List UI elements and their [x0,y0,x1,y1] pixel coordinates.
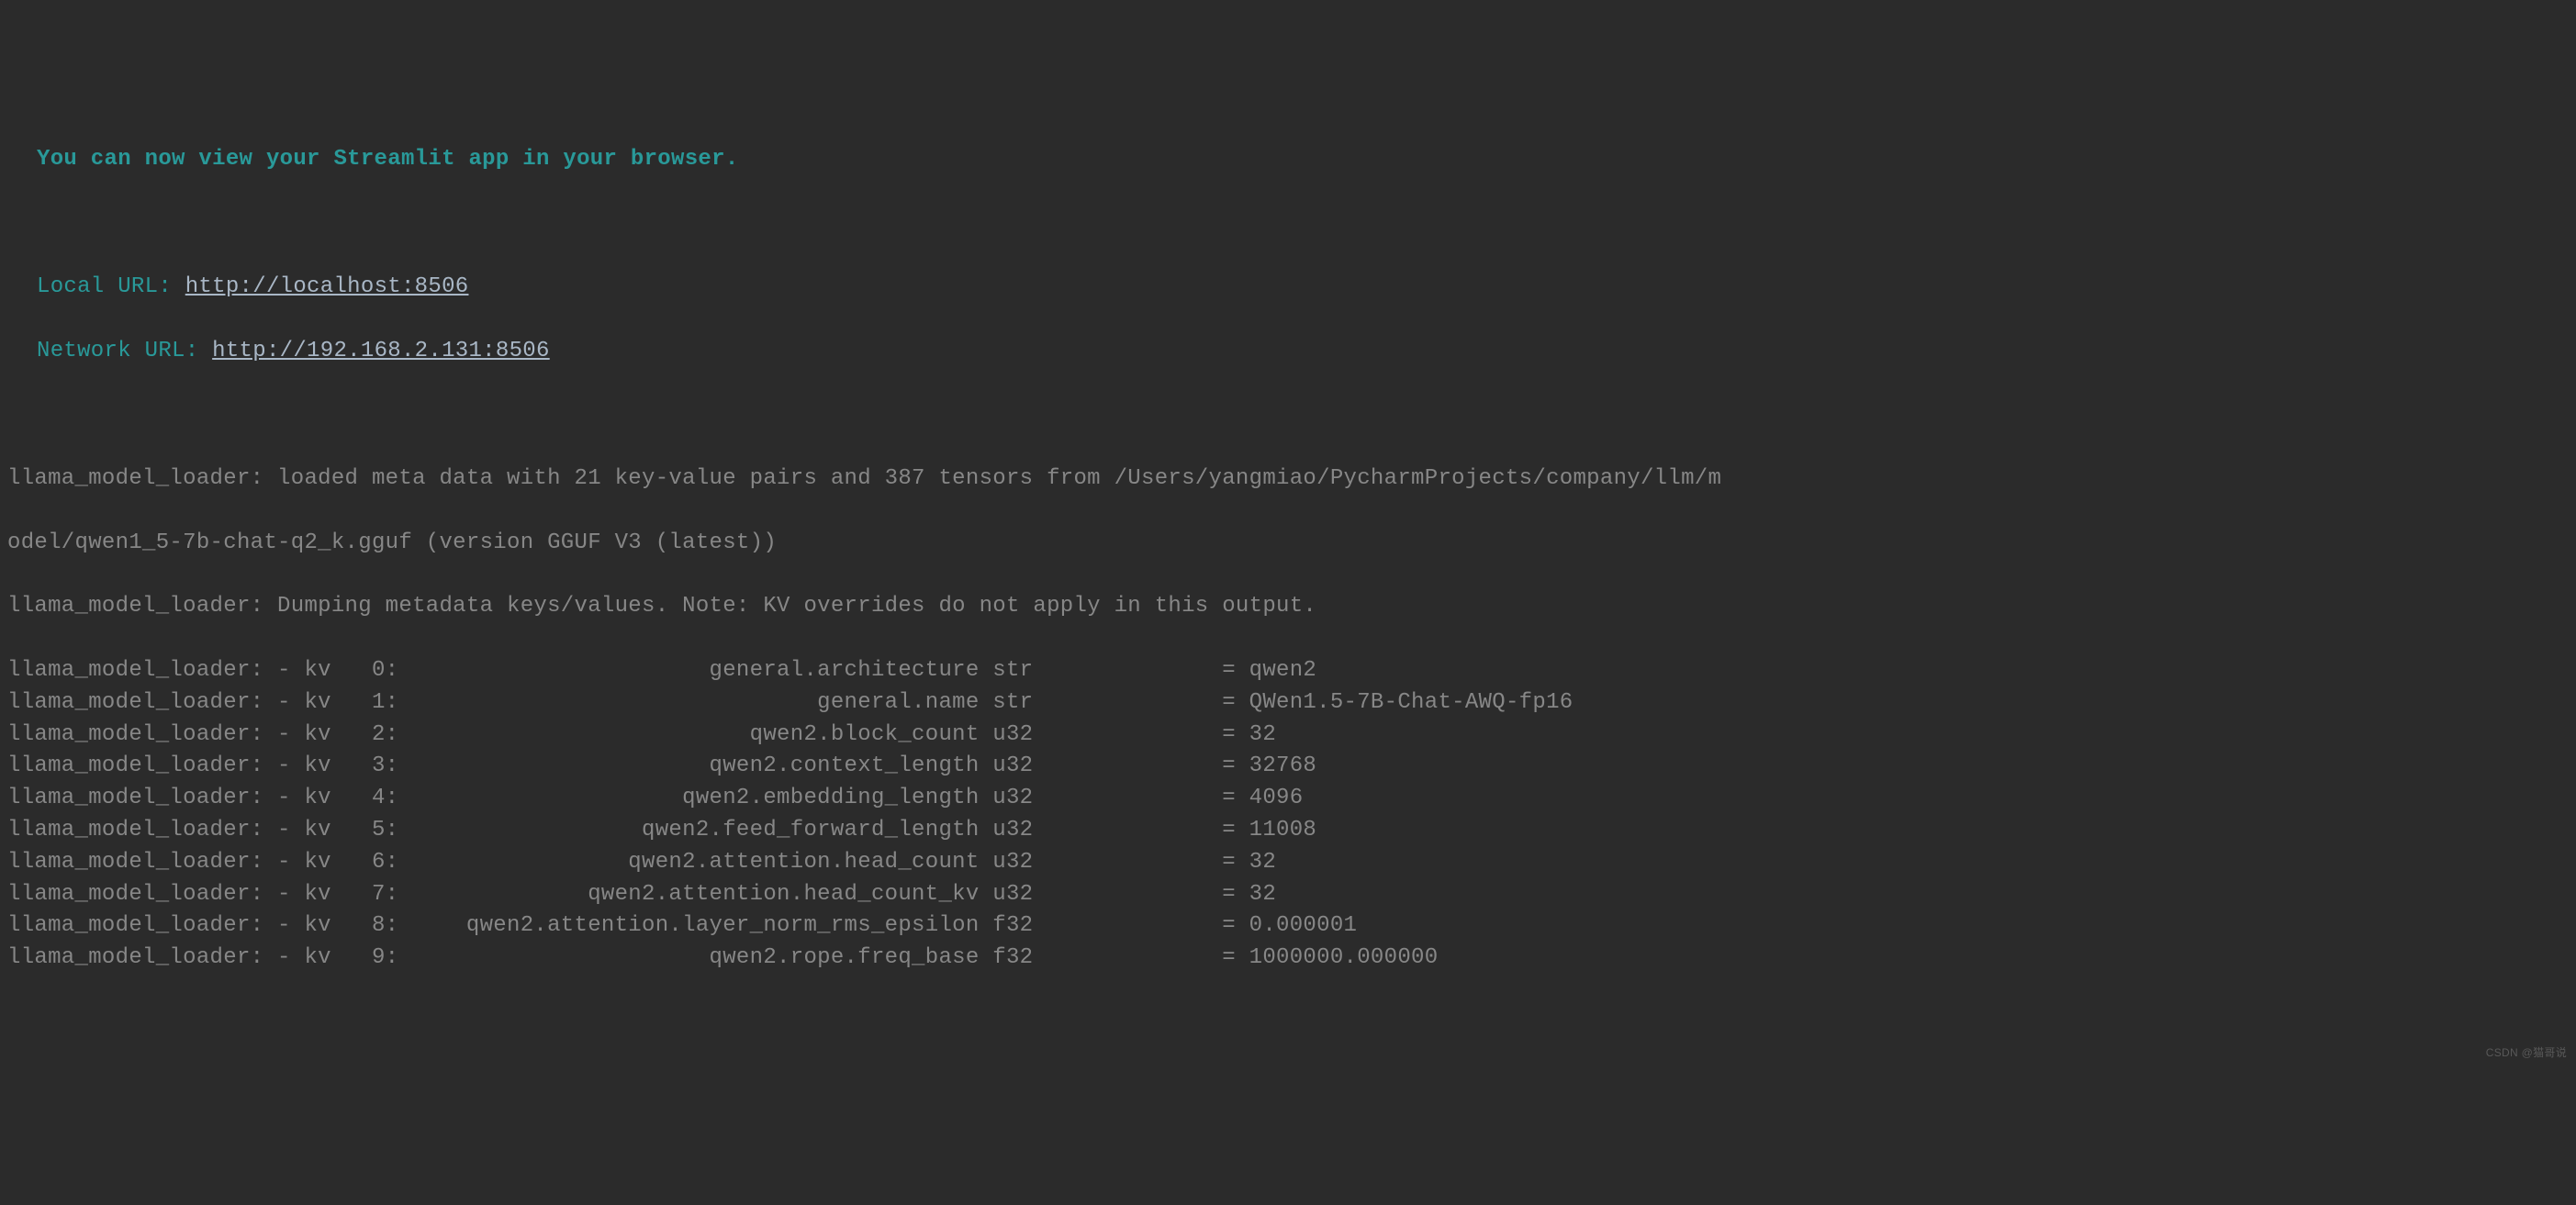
kv-entry: llama_model_loader: - kv 6: qwen2.attent… [7,847,2569,879]
log-meta-line: llama_model_loader: loaded meta data wit… [7,463,2569,496]
blank-line [7,400,2569,432]
kv-entry: llama_model_loader: - kv 4: qwen2.embedd… [7,783,2569,815]
log-meta-line2: odel/qwen1_5-7b-chat-q2_k.gguf (version … [7,528,2569,560]
kv-entry: llama_model_loader: - kv 9: qwen2.rope.f… [7,943,2569,975]
local-url-line: Local URL: http://localhost:8506 [7,272,2569,304]
streamlit-banner: You can now view your Streamlit app in y… [7,144,2569,176]
kv-entry: llama_model_loader: - kv 0: general.arch… [7,655,2569,687]
watermark: CSDN @猫哥说 [2486,1045,2567,1061]
kv-list: llama_model_loader: - kv 0: general.arch… [7,655,2569,975]
network-url-link[interactable]: http://192.168.2.131:8506 [212,339,550,363]
blank-line [7,208,2569,240]
local-url-label: Local URL: [7,274,185,299]
local-url-link[interactable]: http://localhost:8506 [185,274,469,299]
log-dump-line: llama_model_loader: Dumping metadata key… [7,591,2569,623]
network-url-line: Network URL: http://192.168.2.131:8506 [7,336,2569,368]
network-url-label: Network URL: [7,339,212,363]
kv-entry: llama_model_loader: - kv 1: general.name… [7,687,2569,720]
kv-entry: llama_model_loader: - kv 7: qwen2.attent… [7,879,2569,911]
kv-entry: llama_model_loader: - kv 3: qwen2.contex… [7,751,2569,783]
kv-entry: llama_model_loader: - kv 2: qwen2.block_… [7,720,2569,752]
kv-entry: llama_model_loader: - kv 5: qwen2.feed_f… [7,815,2569,847]
kv-entry: llama_model_loader: - kv 8: qwen2.attent… [7,910,2569,943]
